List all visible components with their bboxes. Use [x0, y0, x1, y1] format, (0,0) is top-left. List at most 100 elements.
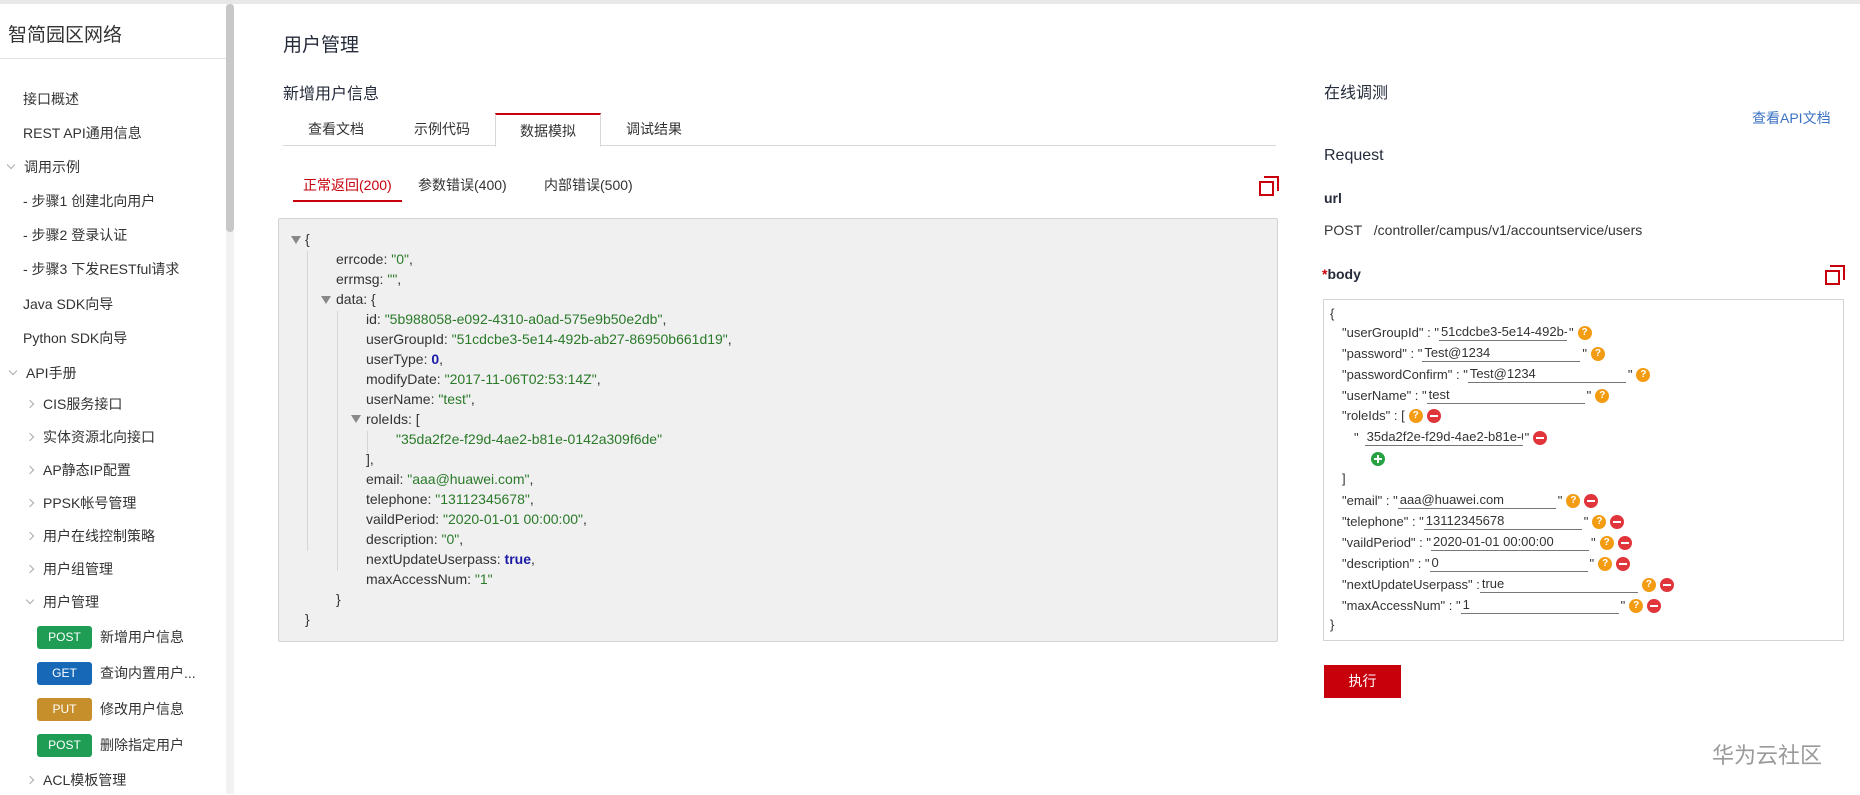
indent-guide [367, 431, 368, 453]
copy-body-icon[interactable] [1825, 265, 1845, 285]
usergroupid-input[interactable]: 51cdcbe3-5e14-492b-ab27-86950b661d19 [1438, 324, 1567, 341]
subtab-400[interactable]: 参数错误(400) [418, 172, 507, 202]
body-label: *body [1322, 266, 1361, 282]
subtab-500[interactable]: 内部错误(500) [544, 172, 633, 202]
nextupdateuserpass-input[interactable]: true [1479, 576, 1638, 593]
passwordconfirm-input[interactable]: Test@1234 [1467, 366, 1626, 383]
sidebar-item-rest-api[interactable]: REST API通用信息 [0, 118, 226, 148]
json-usertype: userType: 0, [366, 351, 444, 367]
help-icon[interactable]: ? [1636, 367, 1651, 382]
description-input[interactable]: 0 [1429, 555, 1588, 572]
help-icon[interactable]: ? [1598, 556, 1613, 571]
sidebar-item-api-manual[interactable]: API手册 [0, 358, 226, 388]
get-badge: GET [37, 661, 92, 685]
collapse-triangle-icon[interactable] [291, 236, 301, 244]
field-description: "description" : " 0 "? [1342, 555, 1631, 572]
roleid-input[interactable]: 35da2f2e-f29d-4ae2-b81e-0142a309f6de [1364, 429, 1523, 446]
section-title: 新增用户信息 [283, 86, 380, 103]
help-icon[interactable]: ? [1590, 346, 1605, 361]
sidebar-item-ap-ip[interactable]: AP静态IP配置 [0, 455, 226, 485]
help-icon[interactable]: ? [1641, 577, 1656, 592]
json-usergroupid: userGroupId: "51cdcbe3-5e14-492b-ab27-86… [366, 331, 732, 347]
help-icon[interactable]: ? [1592, 514, 1607, 529]
request-body-editor: { "userGroupId" : "51cdcbe3-5e14-492b-ab… [1323, 299, 1844, 641]
sidebar-item-ppsk[interactable]: PPSK帐号管理 [0, 488, 226, 518]
email-input[interactable]: aaa@huawei.com [1397, 492, 1556, 509]
subtab-200[interactable]: 正常返回(200) [293, 172, 402, 202]
tab-data-mock[interactable]: 数据模拟 [495, 113, 601, 147]
sidebar-item-examples[interactable]: 调用示例 [0, 152, 226, 182]
body-open-brace: { [1330, 306, 1335, 321]
field-username: "userName" : " test "? [1342, 387, 1610, 404]
chevron-right-icon [25, 775, 35, 785]
help-icon[interactable]: ? [1577, 325, 1592, 340]
sidebar-item-cis[interactable]: CIS服务接口 [0, 389, 226, 419]
json-description: description: "0", [366, 531, 464, 547]
tab-debug-result[interactable]: 调试结果 [601, 113, 707, 146]
username-input[interactable]: test [1426, 387, 1585, 404]
indent-guide [337, 311, 338, 571]
collapse-triangle-icon[interactable] [351, 415, 361, 423]
sidebar-item-entity[interactable]: 实体资源北向接口 [0, 422, 226, 452]
sidebar-scroll-thumb[interactable] [226, 4, 234, 232]
sidebar-item-overview[interactable]: 接口概述 [0, 84, 226, 114]
sidebar-item-step1[interactable]: - 步骤1 创建北向用户 [0, 186, 226, 216]
put-badge: PUT [37, 697, 92, 721]
page-title: 用户管理 [283, 35, 360, 56]
field-telephone: "telephone" : " 13112345678 "? [1342, 513, 1625, 530]
remove-icon[interactable] [1426, 408, 1441, 423]
sidebar-item-online-policy[interactable]: 用户在线控制策略 [0, 521, 226, 551]
help-icon[interactable]: ? [1408, 408, 1423, 423]
sidebar-item-step3[interactable]: - 步骤3 下发RESTful请求 [0, 254, 226, 284]
vaildperiod-input[interactable]: 2020-01-01 00:00:00 [1431, 534, 1589, 551]
telephone-input[interactable]: 13112345678 [1423, 513, 1582, 530]
sidebar-item-java-sdk[interactable]: Java SDK向导 [0, 289, 226, 319]
json-nextupdateuserpass: nextUpdateUserpass: true, [366, 551, 535, 567]
top-border [0, 0, 1860, 4]
sidebar-item-modify-user[interactable]: PUT 修改用户信息 [0, 694, 226, 724]
main-tabs: 查看文档 示例代码 数据模拟 调试结果 [283, 113, 1276, 147]
help-icon[interactable]: ? [1595, 388, 1610, 403]
tab-docs[interactable]: 查看文档 [283, 113, 389, 146]
add-icon[interactable] [1371, 452, 1385, 466]
sidebar-item-python-sdk[interactable]: Python SDK向导 [0, 323, 226, 353]
json-errcode: errcode: "0", [336, 251, 413, 267]
sidebar-item-step2[interactable]: - 步骤2 登录认证 [0, 220, 226, 250]
json-errmsg: errmsg: "", [336, 271, 402, 287]
sidebar-title: 智简园区网络 [8, 25, 123, 46]
field-passwordconfirm: "passwordConfirm" : " Test@1234 "? [1342, 366, 1651, 383]
sidebar-item-user-mgmt[interactable]: 用户管理 [0, 587, 226, 617]
remove-icon[interactable] [1533, 430, 1548, 445]
remove-icon[interactable] [1617, 535, 1632, 550]
password-input[interactable]: Test@1234 [1422, 345, 1581, 362]
sidebar-item-query-builtin[interactable]: GET 查询内置用户... [0, 658, 226, 688]
copy-icon[interactable] [1259, 176, 1279, 196]
chevron-right-icon [25, 531, 35, 541]
post-badge: POST [37, 733, 92, 757]
execute-button[interactable]: 执行 [1324, 665, 1401, 698]
remove-icon[interactable] [1647, 598, 1662, 613]
collapse-triangle-icon[interactable] [321, 296, 331, 304]
remove-icon[interactable] [1610, 514, 1625, 529]
sidebar-item-delete-user[interactable]: POST 删除指定用户 [0, 730, 226, 760]
sidebar-divider [0, 58, 226, 59]
view-api-doc-link[interactable]: 查看API文档 [1752, 108, 1831, 128]
help-icon[interactable]: ? [1599, 535, 1614, 550]
tab-sample-code[interactable]: 示例代码 [389, 113, 495, 146]
json-email: email: "aaa@huawei.com", [366, 471, 534, 487]
remove-icon[interactable] [1659, 577, 1674, 592]
maxaccessnum-input[interactable]: 1 [1460, 597, 1619, 614]
add-item-row [1371, 452, 1385, 466]
help-icon[interactable]: ? [1566, 493, 1581, 508]
json-roleids-open: roleIds: [ [366, 411, 420, 427]
json-id: id: "5b988058-e092-4310-a0ad-575e9b50e2d… [366, 311, 667, 327]
sidebar-item-add-user[interactable]: POST 新增用户信息 [0, 622, 226, 652]
remove-icon[interactable] [1616, 556, 1631, 571]
json-data-close: } [336, 591, 341, 607]
remove-icon[interactable] [1584, 493, 1599, 508]
help-icon[interactable]: ? [1629, 598, 1644, 613]
sidebar-item-acl[interactable]: ACL模板管理 [0, 765, 226, 795]
body-close-brace: } [1330, 617, 1335, 632]
sidebar-item-user-group[interactable]: 用户组管理 [0, 554, 226, 584]
chevron-right-icon [25, 465, 35, 475]
